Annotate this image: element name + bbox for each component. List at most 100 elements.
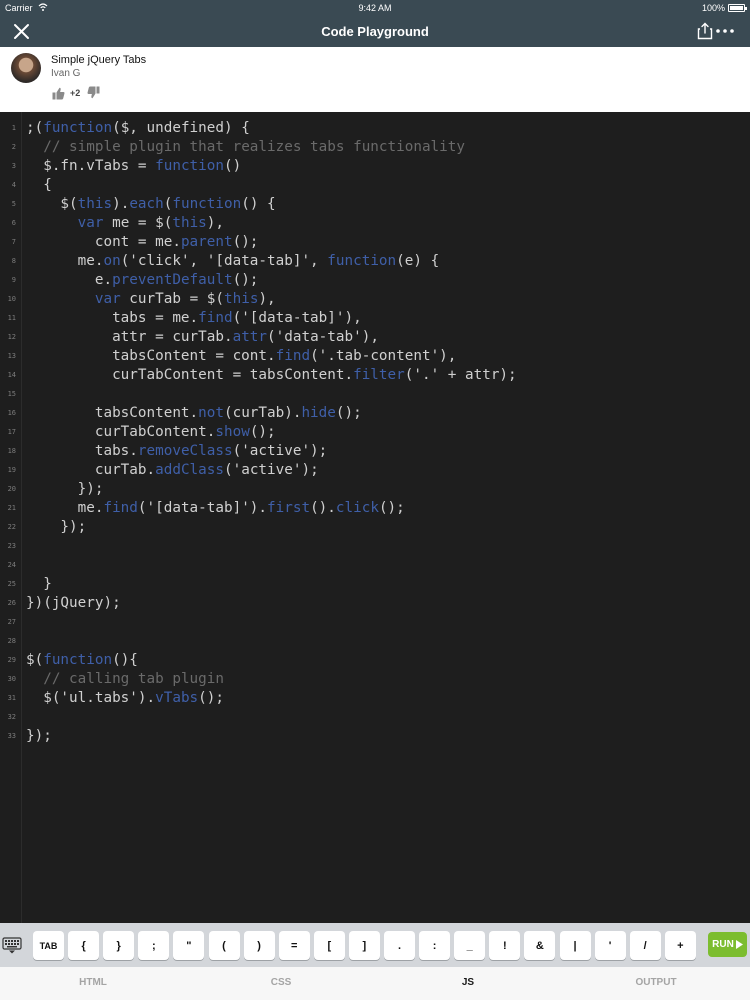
tab-css[interactable]: CSS [221, 977, 341, 988]
code-line[interactable]: 10 var curTab = $(this), [0, 290, 750, 309]
code-line[interactable]: 33}); [0, 727, 750, 746]
author-name[interactable]: Ivan G [51, 68, 80, 79]
key-button[interactable]: { [68, 931, 100, 960]
tab-js[interactable]: JS [408, 977, 528, 988]
code-info-header: Simple jQuery Tabs Ivan G +2 [0, 47, 750, 112]
code-line[interactable]: 30 // calling tab plugin [0, 670, 750, 689]
code-line-text: })(jQuery); [26, 594, 121, 613]
code-line[interactable]: 5 $(this).each(function() { [0, 195, 750, 214]
code-line[interactable]: 24 [0, 556, 750, 575]
key-button[interactable]: ! [489, 931, 521, 960]
code-line[interactable]: 6 var me = $(this), [0, 214, 750, 233]
key-button[interactable]: / [629, 931, 661, 960]
page-title: Code Playground [321, 24, 429, 39]
code-line[interactable]: 7 cont = me.parent(); [0, 233, 750, 252]
code-line[interactable]: 15 [0, 385, 750, 404]
code-line[interactable]: 2 // simple plugin that realizes tabs fu… [0, 138, 750, 157]
code-text: e. [26, 272, 113, 288]
code-line[interactable]: 11 tabs = me.find('[data-tab]'), [0, 309, 750, 328]
code-line[interactable]: 26})(jQuery); [0, 594, 750, 613]
line-number: 29 [7, 656, 16, 664]
code-line[interactable]: 29 $(function(){ [0, 651, 750, 670]
thumbs-up-icon[interactable] [52, 87, 65, 100]
key-button[interactable]: ; [138, 931, 170, 960]
line-number: 31 [7, 694, 16, 702]
key-button[interactable]: } [103, 931, 135, 960]
code-line[interactable]: 16 tabsContent.not(curTab).hide(); [0, 404, 750, 423]
code-line[interactable]: 25 } [0, 575, 750, 594]
battery-icon [728, 4, 747, 12]
key-button[interactable]: TAB [33, 931, 64, 960]
code-keyword: attr [232, 329, 268, 345]
code-text: ). [112, 196, 130, 212]
key-button[interactable]: . [384, 931, 415, 960]
code-keyword: click [335, 500, 379, 516]
code-line-text: curTabContent = tabsContent.filter('.' +… [26, 366, 517, 385]
code-content[interactable]: 1 ;(function($, undefined) {2 // simple p… [0, 119, 750, 746]
key-button[interactable]: ' [594, 931, 626, 960]
code-line[interactable]: 12 attr = curTab.attr('data-tab'), [0, 328, 750, 347]
keyboard-icon[interactable] [2, 937, 22, 954]
run-label: RUN [712, 939, 734, 950]
share-icon[interactable] [697, 22, 713, 40]
code-line[interactable]: 8 me.on('click', '[data-tab]', function(… [0, 252, 750, 271]
code-line[interactable]: 20 }); [0, 480, 750, 499]
key-button[interactable]: & [524, 931, 556, 960]
code-text: (); [232, 234, 259, 250]
code-line[interactable]: 28 [0, 632, 750, 651]
code-text: attr = curTab. [26, 329, 233, 345]
code-text: tabsContent = cont. [26, 348, 276, 364]
code-editor[interactable]: 1 ;(function($, undefined) {2 // simple p… [0, 112, 750, 923]
line-number: 21 [7, 504, 16, 512]
code-line[interactable]: 14 curTabContent = tabsContent.filter('.… [0, 366, 750, 385]
vote-count: +2 [70, 88, 81, 98]
code-keyword: show [215, 424, 250, 440]
code-line[interactable]: 13 tabsContent = cont.find('.tab-content… [0, 347, 750, 366]
code-text: tabs = me. [26, 310, 199, 326]
line-number: 25 [7, 580, 16, 588]
code-line[interactable]: 22 }); [0, 518, 750, 537]
code-line[interactable]: 27 [0, 613, 750, 632]
code-text: ('click', '[data-tab]', [120, 253, 328, 269]
run-button[interactable]: RUN [708, 932, 747, 957]
code-line[interactable]: 4 { [0, 176, 750, 195]
key-button[interactable]: + [664, 931, 696, 960]
code-line[interactable]: 19 curTab.addClass('active'); [0, 461, 750, 480]
code-text: ;( [26, 120, 44, 136]
code-line-text: $(function(){ [26, 651, 138, 670]
code-line-text: var curTab = $(this), [26, 290, 276, 309]
tab-html[interactable]: HTML [33, 977, 153, 988]
tab-output[interactable]: OUTPUT [596, 977, 716, 988]
code-text: me. [26, 500, 104, 516]
line-number: 28 [7, 637, 16, 645]
key-button[interactable]: : [419, 931, 451, 960]
thumbs-down-icon[interactable] [87, 86, 100, 99]
key-button[interactable]: _ [454, 931, 486, 960]
line-number: 16 [7, 409, 16, 417]
key-button[interactable]: | [559, 931, 591, 960]
avatar[interactable] [11, 53, 41, 83]
code-line-text: curTabContent.show(); [26, 423, 276, 442]
key-button[interactable]: ] [348, 931, 380, 960]
key-button[interactable]: [ [313, 931, 345, 960]
code-line[interactable]: 3 $.fn.vTabs = function() [0, 157, 750, 176]
code-line[interactable]: 31 $('ul.tabs').vTabs(); [0, 689, 750, 708]
code-line[interactable]: 1 ;(function($, undefined) { [0, 119, 750, 138]
code-line[interactable]: 21 me.find('[data-tab]').first().click()… [0, 499, 750, 518]
code-line[interactable]: 18 tabs.removeClass('active'); [0, 442, 750, 461]
more-icon[interactable] [714, 22, 736, 40]
code-text: }); [26, 519, 87, 535]
code-line[interactable]: 17 curTabContent.show(); [0, 423, 750, 442]
key-button[interactable]: = [278, 931, 310, 960]
code-line[interactable]: 23 [0, 537, 750, 556]
title-bar: Code Playground [0, 16, 750, 47]
code-line[interactable]: 9 e.preventDefault(); [0, 271, 750, 290]
code-text: curTab = $( [120, 291, 224, 307]
code-line-text: } [26, 575, 52, 594]
code-line[interactable]: 32 [0, 708, 750, 727]
code-line-text: }); [26, 518, 86, 537]
key-button[interactable]: ) [243, 931, 275, 960]
key-button[interactable]: ( [208, 931, 240, 960]
key-button[interactable]: " [173, 931, 205, 960]
